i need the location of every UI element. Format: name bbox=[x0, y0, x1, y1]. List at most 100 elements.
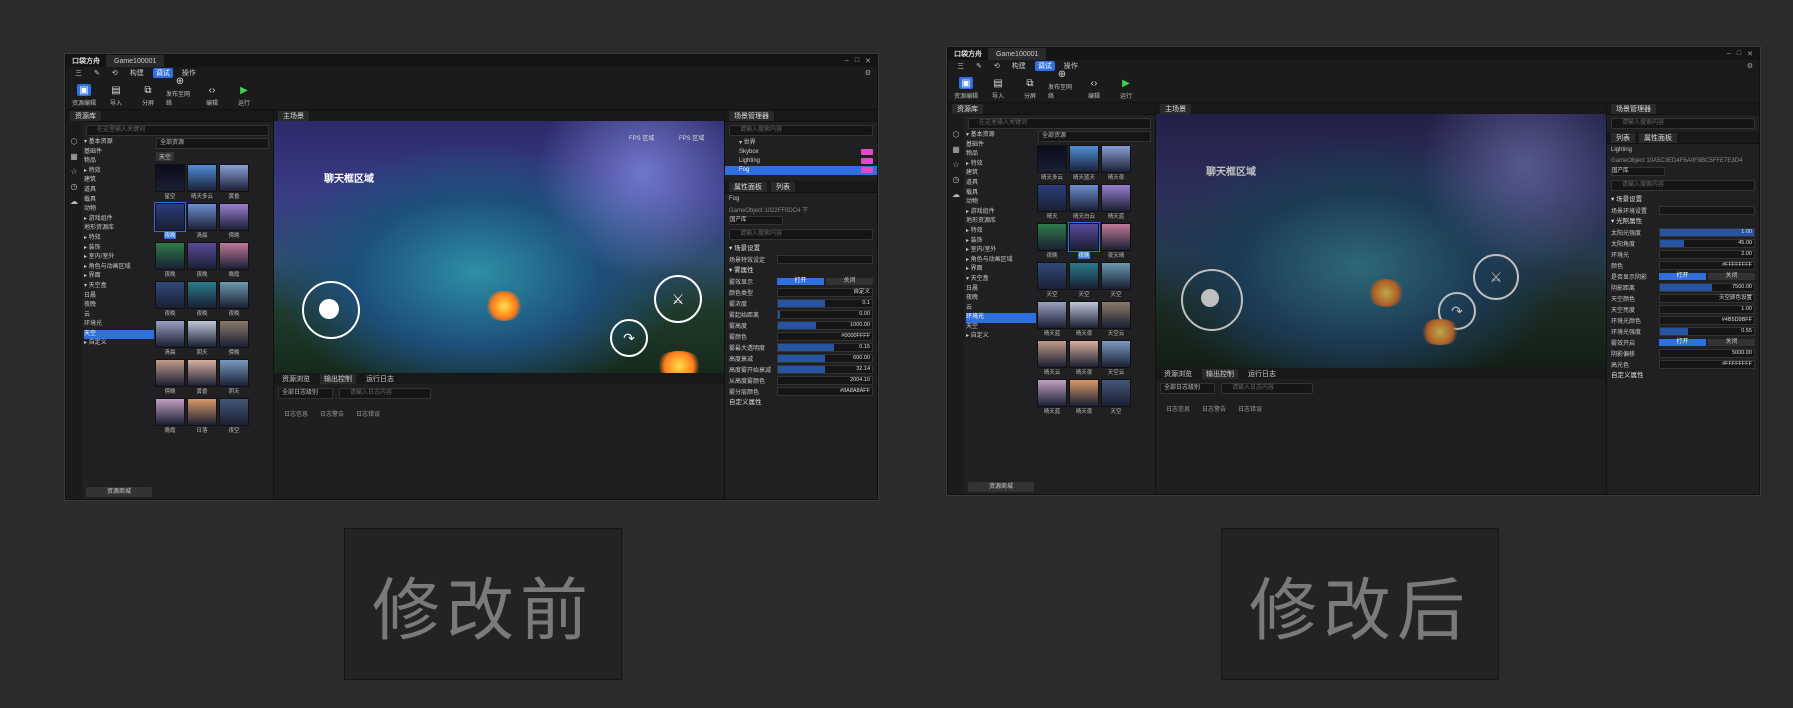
tree-item[interactable]: 建筑 bbox=[966, 169, 1036, 179]
skybox-thumbnail[interactable]: 清晨 bbox=[155, 320, 185, 356]
tree-item[interactable]: 环境光 bbox=[966, 313, 1036, 323]
hierarchy-search-input[interactable]: 请输入搜索内容 bbox=[729, 125, 873, 136]
tree-item[interactable]: ▾ 基本资源 bbox=[966, 131, 1036, 141]
tree-item[interactable]: ▸ 特效 bbox=[84, 234, 154, 244]
tool-publish[interactable]: ⊕ 发布至网络 bbox=[1048, 68, 1076, 102]
property-value[interactable]: #0000FFFF bbox=[777, 332, 873, 341]
property-value[interactable]: 5000.00 bbox=[1659, 349, 1755, 358]
filter-error[interactable]: 日志错误 bbox=[1238, 404, 1262, 413]
property-value[interactable]: #FFFFFFFF bbox=[1659, 360, 1755, 369]
tab-resource-library[interactable]: 资源库 bbox=[70, 110, 101, 121]
tree-item[interactable]: ▸ 游戏组件 bbox=[84, 215, 154, 225]
scene-viewport[interactable]: 聊天框区域 ⚔ ↷ bbox=[1156, 114, 1606, 368]
skybox-thumbnail[interactable]: 阴天 bbox=[219, 359, 249, 395]
log-level-dropdown[interactable]: 全部日志级别 bbox=[278, 388, 333, 399]
tab-properties[interactable]: 属性面板 bbox=[1639, 132, 1677, 143]
tree-item[interactable]: 建筑 bbox=[84, 176, 154, 186]
tab-scene-manager[interactable]: 场景管理器 bbox=[729, 110, 774, 121]
window-controls[interactable]: – □ ✕ bbox=[1727, 50, 1759, 58]
maximize-icon[interactable]: □ bbox=[855, 57, 859, 65]
menu-build[interactable]: 构建 bbox=[127, 68, 147, 78]
minimize-icon[interactable]: – bbox=[1727, 50, 1731, 58]
tree-item[interactable]: 道具 bbox=[84, 186, 154, 196]
skybox-thumbnail[interactable]: 晴天夜 bbox=[1069, 340, 1099, 376]
star-icon[interactable]: ☆ bbox=[70, 167, 77, 176]
property-value[interactable]: 7500.00 bbox=[1659, 283, 1755, 292]
tree-item[interactable]: 日晨 bbox=[84, 292, 154, 302]
close-icon[interactable]: ✕ bbox=[1747, 50, 1753, 58]
property-value[interactable]: 32.14 bbox=[777, 365, 873, 374]
filter-warning[interactable]: 日志警告 bbox=[320, 409, 344, 418]
toggle-option[interactable]: 打开 bbox=[777, 278, 824, 285]
toggle-option[interactable]: 关闭 bbox=[1708, 339, 1755, 346]
skybox-thumbnail[interactable]: 天空云 bbox=[1101, 301, 1131, 337]
tree-item[interactable]: 道具 bbox=[966, 179, 1036, 189]
minimize-icon[interactable]: – bbox=[845, 57, 849, 65]
tool-resource-edit[interactable]: ▣ 资源编辑 bbox=[70, 84, 98, 109]
tool-import[interactable]: ▤ 导入 bbox=[102, 84, 130, 109]
props-search-input[interactable]: 请输入搜索内容 bbox=[729, 229, 873, 240]
skybox-thumbnail[interactable]: 晚霞 bbox=[219, 242, 249, 278]
scene-viewport[interactable]: 聊天框区域 FPS 区域 FPS 区域 ⚔ ↷ bbox=[274, 121, 724, 381]
tool-import[interactable]: ▤ 导入 bbox=[984, 77, 1012, 102]
hierarchy-item[interactable]: Fog bbox=[725, 166, 877, 175]
document-tab[interactable]: Game100001 bbox=[988, 48, 1047, 60]
resource-store-button[interactable]: 资源商城 bbox=[968, 482, 1034, 492]
clock-icon[interactable]: ◷ bbox=[71, 182, 78, 191]
section-header[interactable]: ▾ 场景设置 bbox=[1607, 194, 1759, 205]
menu-build[interactable]: 构建 bbox=[1009, 61, 1029, 71]
tab-output[interactable]: 输出控制 bbox=[1202, 368, 1238, 379]
skybox-thumbnail[interactable]: 天空云 bbox=[1101, 340, 1131, 376]
filter-warning[interactable]: 日志警告 bbox=[1202, 404, 1226, 413]
property-value[interactable]: 1.00 bbox=[1659, 305, 1755, 314]
toggle-option[interactable]: 打开 bbox=[1659, 273, 1706, 280]
tree-item[interactable]: ▸ 室内/室外 bbox=[966, 246, 1036, 256]
tree-item[interactable]: ▸ 界面 bbox=[84, 272, 154, 282]
skybox-thumbnail[interactable]: 夜空 bbox=[219, 398, 249, 434]
tree-item[interactable]: 动物 bbox=[966, 198, 1036, 208]
tab-run-log[interactable]: 运行日志 bbox=[1244, 369, 1280, 379]
skybox-thumbnail[interactable]: 夜晚 bbox=[219, 281, 249, 317]
tree-item[interactable]: ▸ 特效 bbox=[966, 160, 1036, 170]
tree-item[interactable]: ▸ 自定义 bbox=[966, 332, 1036, 342]
skybox-thumbnail[interactable]: 傍晚 bbox=[219, 320, 249, 356]
skybox-thumbnail[interactable]: 夜天晴 bbox=[1101, 223, 1131, 259]
tab-list[interactable]: 列表 bbox=[771, 181, 795, 192]
skybox-thumbnail[interactable]: 黄昏 bbox=[219, 164, 249, 200]
section-header[interactable]: ▾ 光照属性 bbox=[1607, 216, 1759, 227]
cloud-icon[interactable]: ☁ bbox=[70, 197, 78, 206]
tool-code[interactable]: ‹› 编辑 bbox=[1080, 77, 1108, 102]
skybox-thumbnail[interactable]: 晴天蓝 bbox=[1037, 301, 1067, 337]
skybox-thumbnail[interactable]: 夜晚 bbox=[155, 242, 185, 278]
property-value[interactable]: #FFFFFFFF bbox=[1659, 261, 1755, 270]
tool-split[interactable]: ⧉ 分屏 bbox=[134, 84, 162, 109]
tree-item[interactable]: ▸ 自定义 bbox=[84, 339, 154, 349]
tree-item[interactable]: ▸ 装饰 bbox=[84, 244, 154, 254]
skybox-thumbnail[interactable]: 晴天多云 bbox=[187, 164, 217, 200]
skybox-thumbnail[interactable]: 星空 bbox=[155, 164, 185, 200]
skybox-thumbnail[interactable]: 晴天 bbox=[1037, 184, 1067, 220]
skybox-thumbnail[interactable]: 夜晚 bbox=[187, 242, 217, 278]
property-value[interactable]: 0.1 bbox=[777, 299, 873, 308]
property-value[interactable]: 0.00 bbox=[777, 310, 873, 319]
property-value[interactable]: 45.00 bbox=[1659, 239, 1755, 248]
maximize-icon[interactable]: □ bbox=[1737, 50, 1741, 58]
tab-properties[interactable]: 属性面板 bbox=[729, 181, 767, 192]
tree-item[interactable]: ▸ 角色与动画区域 bbox=[966, 256, 1036, 266]
skybox-thumbnail[interactable]: 黄昏 bbox=[187, 359, 217, 395]
tree-item[interactable]: 夜晚 bbox=[84, 301, 154, 311]
visibility-tag[interactable] bbox=[861, 167, 873, 173]
tab-main-scene[interactable]: 主场景 bbox=[1160, 103, 1191, 114]
property-value[interactable]: #4B5D9BFF bbox=[1659, 316, 1755, 325]
category-dropdown[interactable]: 全部资源 bbox=[156, 138, 269, 149]
skybox-thumbnail[interactable]: 清晨 bbox=[187, 203, 217, 239]
skybox-thumbnail[interactable]: 晴天蓝 bbox=[1101, 184, 1131, 220]
tree-item[interactable]: 云 bbox=[966, 304, 1036, 314]
tab-list[interactable]: 列表 bbox=[1611, 132, 1635, 143]
tab-run-log[interactable]: 运行日志 bbox=[362, 374, 398, 384]
tree-item[interactable]: ▾ 天空盒 bbox=[84, 282, 154, 292]
tool-run[interactable]: ▶ 运行 bbox=[1112, 77, 1140, 102]
tree-item[interactable]: ▸ 装饰 bbox=[966, 237, 1036, 247]
visibility-tag[interactable] bbox=[861, 149, 873, 155]
props-dropdown[interactable]: 国产库 bbox=[729, 216, 783, 225]
